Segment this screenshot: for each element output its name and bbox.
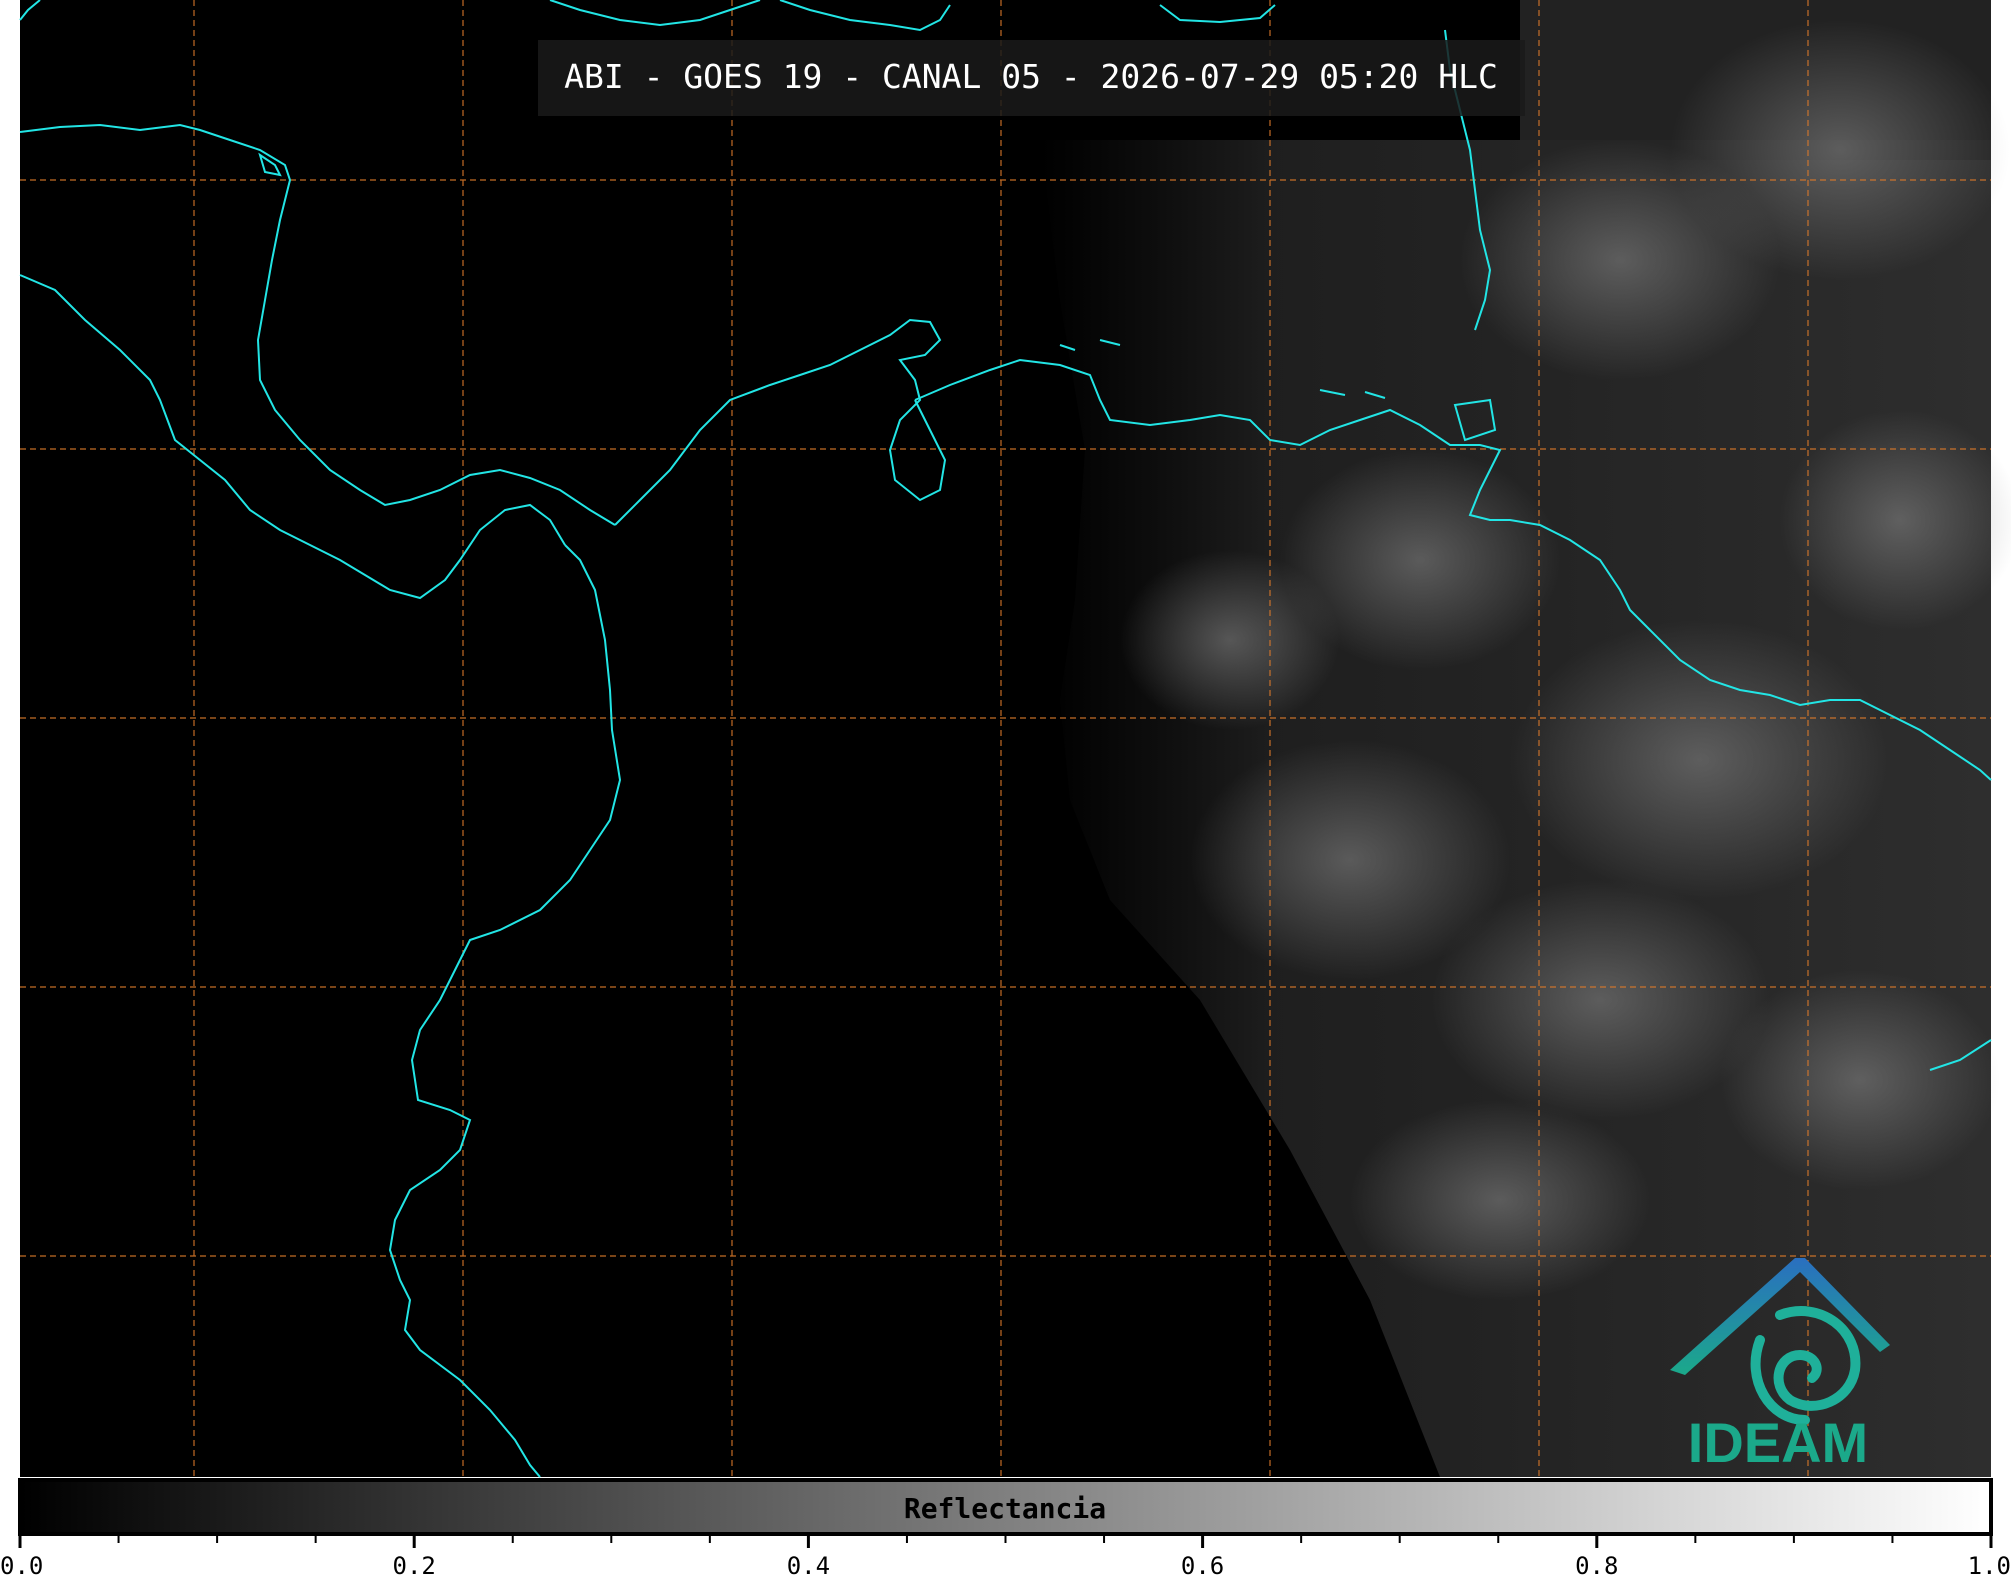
- title-box: ABI - GOES 19 - CANAL 05 - 2026-07-29 05…: [538, 40, 1525, 116]
- satellite-map: ABI - GOES 19 - CANAL 05 - 2026-07-29 05…: [0, 0, 2011, 1577]
- logo-text: IDEAM: [1688, 1411, 1868, 1474]
- colorbar-tick-label: 0.6: [1181, 1552, 1224, 1577]
- colorbar-ticks: 0.0 0.2 0.4 0.6 0.8 1.0: [0, 1534, 2011, 1577]
- colorbar: Reflectancia 0.0 0.2 0.4 0.6 0.8 1.0: [0, 1478, 2011, 1577]
- colorbar-tick-label: 0.2: [393, 1552, 436, 1577]
- colorbar-tick-label: 0.8: [1575, 1552, 1618, 1577]
- colorbar-tick-label: 0.0: [0, 1552, 43, 1577]
- colorbar-label: Reflectancia: [904, 1492, 1106, 1525]
- colorbar-tick-label: 0.4: [787, 1552, 830, 1577]
- colorbar-tick-label: 1.0: [1968, 1552, 2011, 1577]
- image-title: ABI - GOES 19 - CANAL 05 - 2026-07-29 05…: [564, 57, 1498, 96]
